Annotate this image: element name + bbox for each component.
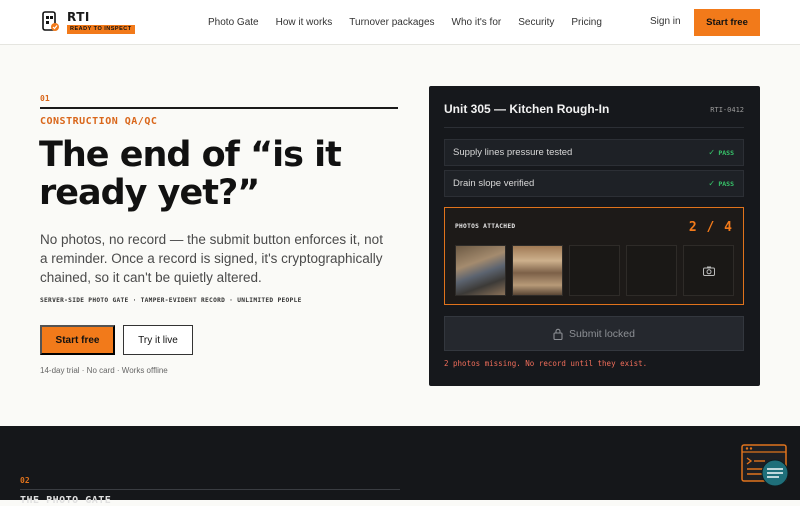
check-label: Drain slope verified (453, 178, 535, 189)
lock-icon (553, 328, 563, 340)
site-header: RTI READY TO INSPECT Photo Gate How it w… (0, 0, 800, 45)
section-divider (40, 107, 398, 109)
hero-headline: The end of “is it ready yet?” (39, 135, 342, 213)
try-it-live-button[interactable]: Try it live (123, 325, 193, 355)
pass-status: PASS (718, 179, 734, 188)
pass-badge: ✓ PASS (709, 148, 734, 158)
hero-feature-list: SERVER-SIDE PHOTO GATE · TAMPER-EVIDENT … (40, 297, 302, 304)
hero-subtext: No photos, no record — the submit button… (40, 232, 383, 285)
pass-status: PASS (718, 148, 734, 157)
brand-tagline: READY TO INSPECT (67, 24, 135, 34)
card-id: RTI-0412 (710, 106, 744, 114)
section-number: 01 (40, 94, 50, 103)
submit-locked-button[interactable]: Submit locked (444, 316, 744, 351)
trial-note: 14-day trial · No card · Works offline (40, 366, 168, 375)
photos-panel: PHOTOS ATTACHED 2 / 4 (444, 207, 744, 305)
empty-photo-slot (569, 245, 620, 296)
photos-count: 2 / 4 (688, 220, 733, 235)
card-divider (444, 127, 744, 128)
submit-locked-label: Submit locked (569, 327, 635, 340)
brand-name: RTI (67, 9, 90, 24)
section-divider (20, 489, 400, 490)
photo-thumbnail[interactable] (455, 245, 506, 296)
signin-link[interactable]: Sign in (650, 16, 681, 27)
check-icon: ✓ (708, 147, 715, 158)
camera-icon (702, 266, 715, 276)
inspection-card: Unit 305 — Kitchen Rough-In RTI-0412 Sup… (429, 86, 760, 386)
nav-security[interactable]: Security (518, 17, 554, 28)
photo-thumbnail[interactable] (512, 245, 563, 296)
nav-photo-gate[interactable]: Photo Gate (208, 17, 259, 28)
header-start-free-button[interactable]: Start free (694, 9, 760, 36)
empty-photo-slot (626, 245, 677, 296)
hero-eyebrow: CONSTRUCTION QA/QC (40, 116, 158, 127)
nav-who-its-for[interactable]: Who it's for (452, 17, 502, 28)
logo-icon (42, 11, 59, 31)
check-row: Drain slope verified ✓ PASS (444, 170, 744, 197)
section-eyebrow: THE PHOTO GATE (20, 495, 112, 506)
check-row: Supply lines pressure tested ✓ PASS (444, 139, 744, 166)
section-number: 02 (20, 476, 30, 485)
photos-label: PHOTOS ATTACHED (455, 223, 516, 230)
check-icon: ✓ (708, 178, 715, 189)
nav-turnover-packages[interactable]: Turnover packages (349, 17, 434, 28)
main-nav: Photo Gate How it works Turnover package… (208, 0, 619, 45)
chat-widget-icon[interactable] (741, 443, 791, 489)
start-free-button[interactable]: Start free (40, 325, 115, 355)
card-title: Unit 305 — Kitchen Rough-In (444, 102, 610, 116)
nav-how-it-works[interactable]: How it works (276, 17, 333, 28)
missing-photos-warning: 2 photos missing. No record until they e… (444, 359, 648, 368)
brand-logo[interactable]: RTI READY TO INSPECT (41, 10, 135, 34)
add-photo-button[interactable] (683, 245, 734, 296)
nav-pricing[interactable]: Pricing (571, 17, 602, 28)
photo-gate-section: 02 THE PHOTO GATE (0, 426, 800, 506)
pass-badge: ✓ PASS (709, 179, 734, 189)
check-label: Supply lines pressure tested (453, 147, 573, 158)
